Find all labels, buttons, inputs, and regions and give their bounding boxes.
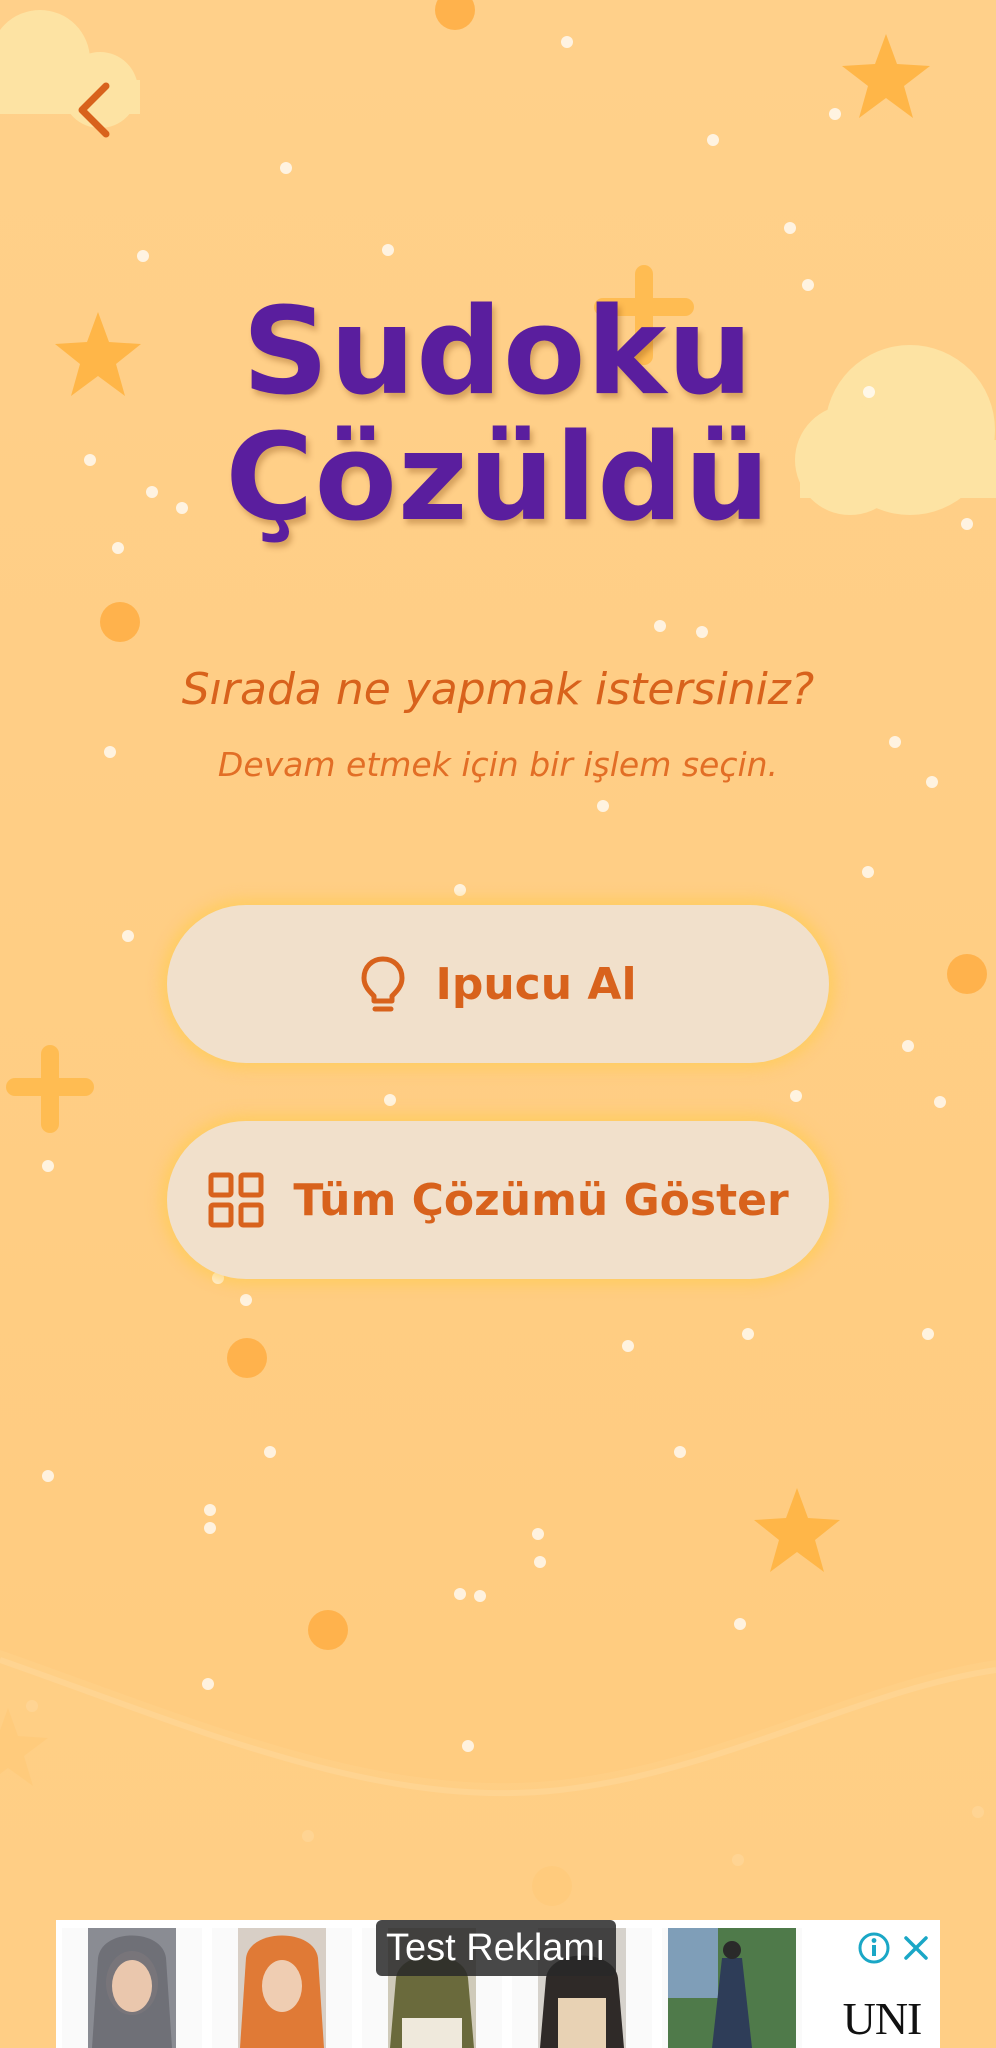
info-icon: [858, 1932, 890, 1964]
ad-banner[interactable]: Test Reklamı UNI: [56, 1920, 940, 2048]
ad-photo: [62, 1928, 202, 2048]
lightbulb-icon: [359, 954, 407, 1014]
ad-brand-logo: UNI: [842, 1993, 923, 2044]
title-line-1: Sudoku: [242, 283, 754, 422]
title-line-2: Çözüldü: [225, 409, 771, 548]
question-text: Sırada ne yapmak istersiniz?: [181, 664, 815, 715]
show-solution-button-label: Tüm Çözümü Göster: [293, 1174, 789, 1226]
page-title: Sudoku Çözüldü: [0, 290, 996, 542]
back-button[interactable]: [62, 70, 126, 150]
close-icon: [904, 1936, 928, 1960]
hint-button[interactable]: Ipucu Al: [167, 905, 829, 1063]
ad-photo: [212, 1928, 352, 2048]
ad-product-image[interactable]: [62, 1928, 202, 2048]
ad-info-button[interactable]: [856, 1930, 892, 1966]
ad-product-image[interactable]: [212, 1928, 352, 2048]
hint-button-label: Ipucu Al: [435, 958, 637, 1010]
subtitle-text: Devam etmek için bir işlem seçin.: [217, 745, 779, 784]
show-solution-button[interactable]: Tüm Çözümü Göster: [167, 1121, 829, 1279]
chevron-left-icon: [78, 82, 110, 138]
ad-close-button[interactable]: [898, 1930, 934, 1966]
grid-icon: [207, 1171, 265, 1229]
ad-product-image[interactable]: [662, 1928, 802, 2048]
ad-test-label: Test Reklamı: [376, 1920, 616, 1976]
ad-photo: [662, 1928, 802, 2048]
